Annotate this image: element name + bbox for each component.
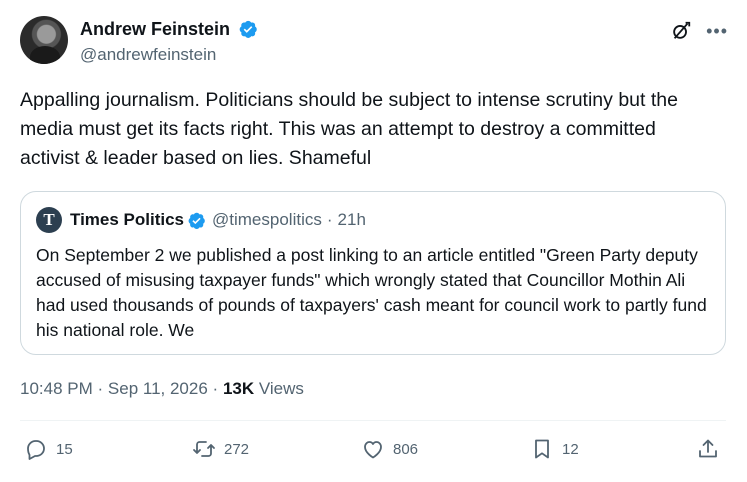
reply-icon — [27, 440, 45, 460]
quoted-header: T Times Politics @timespolitics · 21h — [36, 207, 366, 233]
meta-separator: · — [212, 379, 219, 398]
views-label: Views — [258, 379, 304, 398]
repost-icon — [193, 441, 215, 457]
bookmark-button[interactable]: 12 — [530, 437, 579, 461]
avatar[interactable] — [20, 16, 68, 64]
quoted-tweet[interactable]: T Times Politics @timespolitics · 21h On… — [20, 191, 726, 355]
tweet-time[interactable]: 10:48 PM — [20, 379, 93, 398]
like-button[interactable]: 806 — [361, 437, 418, 461]
bookmark-count: 12 — [562, 440, 579, 458]
repost-button[interactable]: 272 — [192, 437, 249, 461]
action-bar: 15 272 806 12 — [24, 437, 724, 467]
more-icon[interactable]: ••• — [706, 21, 728, 41]
author-info: Andrew Feinstein @andrewfeinstein — [80, 18, 258, 65]
quoted-text: On September 2 we published a post linki… — [36, 245, 707, 340]
top-actions: ••• — [670, 20, 728, 42]
reply-button[interactable]: 15 — [24, 437, 73, 461]
tweet-meta: 10:48 PM · Sep 11, 2026 · 13K Views — [20, 378, 304, 400]
like-count: 806 — [393, 440, 419, 458]
quoted-time[interactable]: 21h — [338, 210, 366, 230]
bookmark-icon — [535, 439, 549, 459]
quoted-avatar[interactable]: T — [36, 207, 62, 233]
tweet-header: Andrew Feinstein @andrewfeinstein ••• — [20, 16, 730, 68]
author-handle[interactable]: @andrewfeinstein — [80, 45, 258, 65]
meta-separator: · — [97, 379, 104, 398]
like-icon — [364, 441, 382, 459]
views-count: 13K — [222, 379, 255, 398]
quoted-display-name[interactable]: Times Politics — [70, 210, 184, 230]
quoted-handle[interactable]: @timespolitics — [212, 210, 322, 230]
grok-icon[interactable] — [670, 20, 692, 42]
author-display-name[interactable]: Andrew Feinstein — [80, 18, 230, 40]
verified-badge-icon — [188, 212, 205, 229]
share-button[interactable] — [696, 437, 720, 461]
quoted-separator: · — [326, 210, 333, 229]
share-icon — [699, 439, 717, 458]
divider — [20, 420, 726, 421]
reply-count: 15 — [56, 440, 73, 458]
tweet-text: Appalling journalism. Politicians should… — [20, 89, 678, 169]
verified-badge-icon[interactable] — [238, 19, 258, 39]
tweet-date[interactable]: Sep 11, 2026 — [108, 379, 208, 398]
repost-count: 272 — [224, 440, 250, 458]
